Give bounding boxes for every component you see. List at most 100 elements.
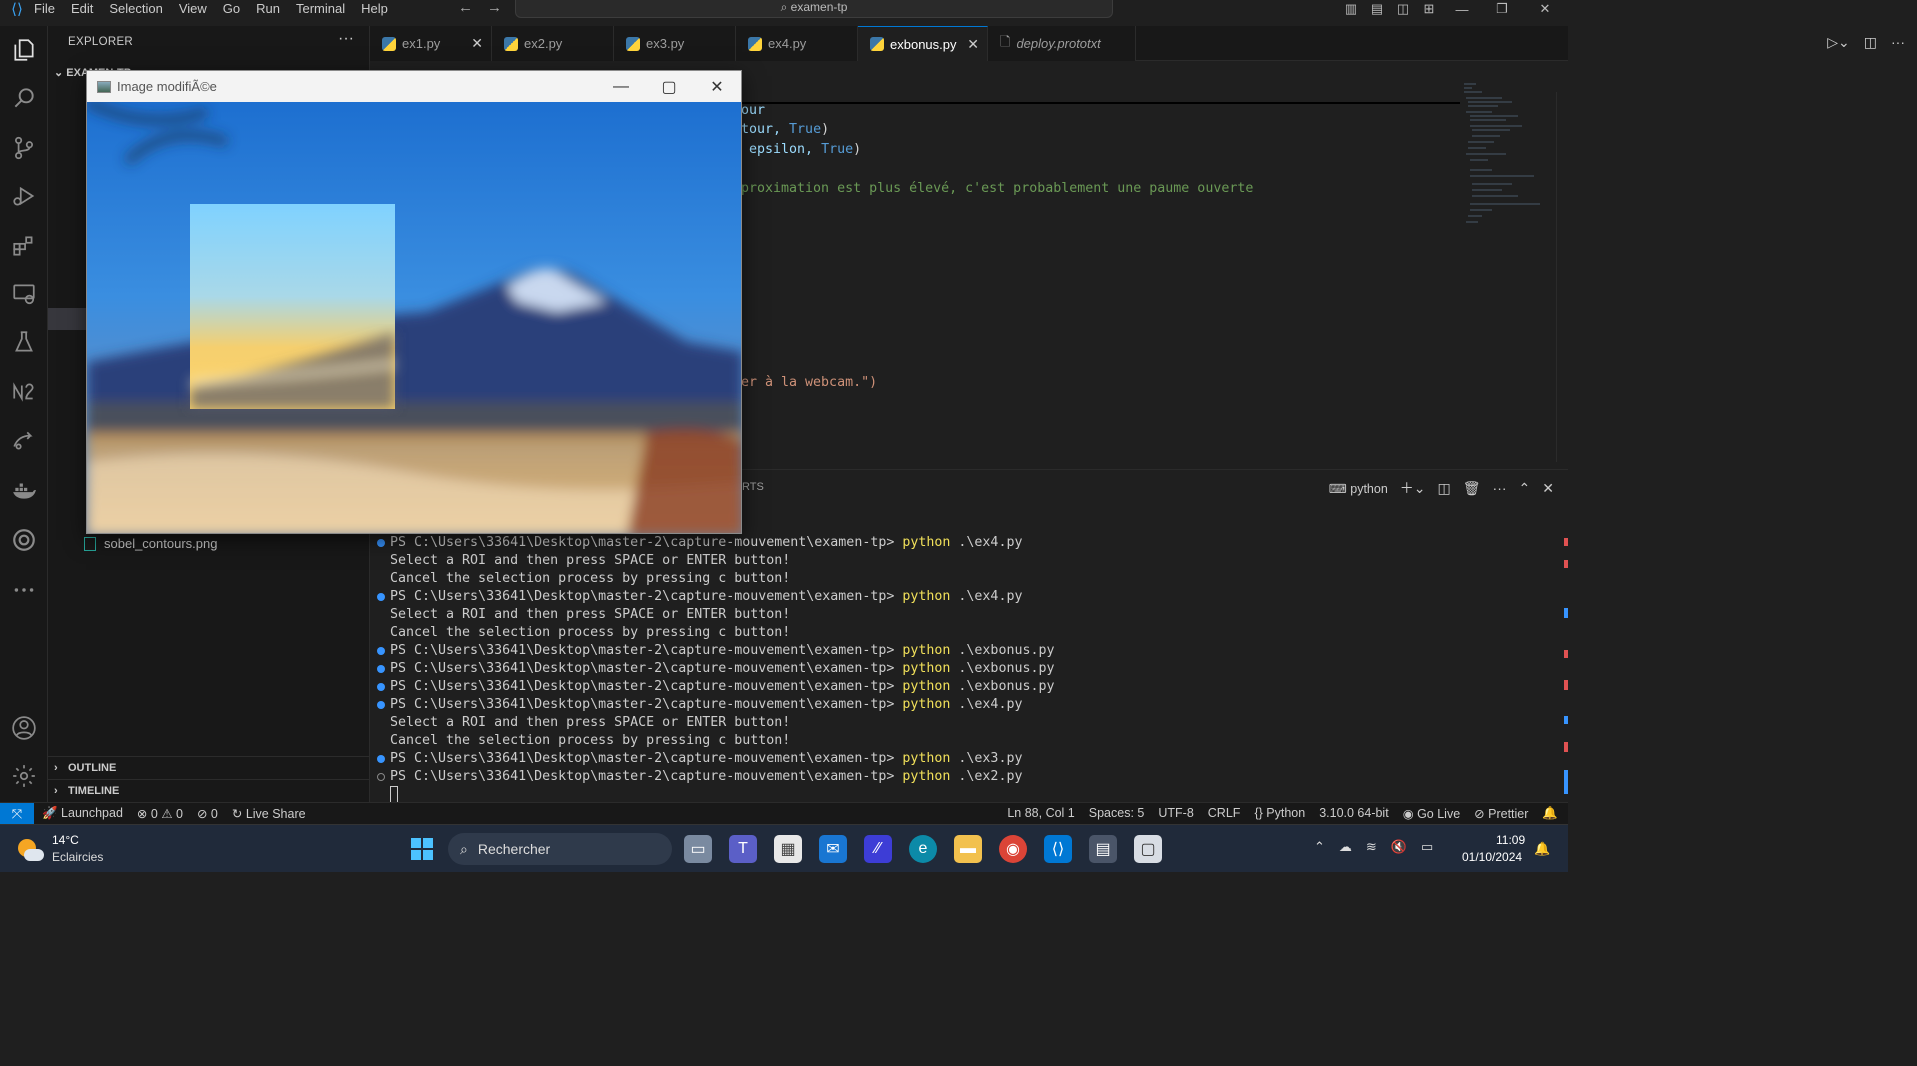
testing-icon[interactable] — [0, 324, 48, 360]
command-decoration-icon[interactable] — [377, 665, 385, 673]
launchpad-item[interactable]: 🚀 Launchpad — [42, 806, 123, 821]
accounts-icon[interactable] — [0, 710, 48, 746]
tab-exbonus[interactable]: exbonus.py ✕ — [858, 26, 988, 61]
outline-section[interactable]: › OUTLINE — [48, 756, 370, 778]
close-tab-icon[interactable]: ✕ — [471, 35, 483, 52]
command-decoration-icon[interactable] — [377, 755, 385, 763]
clock-time[interactable]: 11:09 — [1496, 833, 1525, 847]
image-window[interactable]: Image modifiÃ©e — ▢ ✕ — [86, 70, 742, 534]
timeline-section[interactable]: › TIMELINE — [48, 779, 370, 801]
editor-more-icon[interactable]: ··· — [1891, 34, 1905, 51]
split-editor-icon[interactable]: ◫ — [1864, 34, 1877, 51]
battery-icon[interactable]: ▭ — [1421, 839, 1433, 855]
tab-ex1[interactable]: ex1.py ✕ — [370, 26, 492, 61]
tab-ex3[interactable]: ex3.py — [614, 26, 736, 61]
minimize-button[interactable]: — — [1442, 2, 1482, 17]
menu-view[interactable]: View — [179, 1, 207, 16]
explorer-icon[interactable] — [0, 32, 48, 68]
tab-ex2[interactable]: ex2.py — [492, 26, 614, 61]
menu-file[interactable]: File — [34, 1, 55, 16]
weather-icon[interactable] — [14, 835, 44, 865]
clock-date[interactable]: 01/10/2024 — [1462, 850, 1522, 864]
run-debug-icon[interactable] — [0, 178, 48, 214]
customize-layout-icon[interactable]: ⊞ — [1416, 1, 1442, 17]
minimap[interactable] — [1462, 80, 1552, 230]
menu-terminal[interactable]: Terminal — [296, 1, 345, 16]
onedrive-icon[interactable]: ☁ — [1339, 839, 1352, 855]
command-decoration-icon[interactable] — [377, 683, 385, 691]
menu-help[interactable]: Help — [361, 1, 388, 16]
notification-bell-icon[interactable]: 🔔 — [1534, 841, 1550, 857]
docker-icon[interactable] — [0, 472, 48, 508]
teams-icon[interactable]: T — [729, 835, 757, 863]
remote-explorer-icon[interactable] — [0, 276, 48, 312]
command-decoration-icon[interactable] — [377, 593, 385, 601]
command-decoration-icon[interactable] — [377, 773, 385, 781]
python-interpreter[interactable]: 3.10.0 64-bit — [1319, 806, 1389, 821]
minimize-button[interactable]: — — [597, 78, 645, 96]
run-python-file-icon[interactable]: ▷⌄ — [1827, 34, 1850, 51]
source-control-icon[interactable] — [0, 130, 48, 166]
maximize-button[interactable]: ▢ — [645, 77, 693, 97]
go-live-icon[interactable] — [0, 522, 48, 558]
restore-button[interactable]: ❐ — [1482, 1, 1522, 17]
notifications-bell-icon[interactable]: 🔔 — [1542, 806, 1558, 821]
mail-icon[interactable]: ✉ — [819, 835, 847, 863]
toggle-panel-icon[interactable]: ▤ — [1364, 1, 1390, 17]
search-icon[interactable] — [0, 80, 48, 116]
problems-item[interactable]: ⊗ 0 ⚠ 0 — [137, 806, 183, 821]
end-of-line[interactable]: CRLF — [1208, 806, 1241, 821]
command-decoration-icon[interactable] — [377, 647, 385, 655]
python-app-icon[interactable]: ▤ — [1089, 835, 1117, 863]
terminal-scrollbar[interactable] — [1562, 530, 1568, 800]
command-center[interactable]: ⌕ examen-tp — [515, 0, 1113, 18]
whiteboard-icon[interactable]: ∕∕ — [864, 835, 892, 863]
menu-edit[interactable]: Edit — [71, 1, 93, 16]
close-button[interactable]: ✕ — [693, 77, 741, 97]
indentation[interactable]: Spaces: 5 — [1089, 806, 1145, 821]
tray-overflow-icon[interactable]: ⌃ — [1314, 839, 1325, 855]
file-explorer-icon[interactable]: ▬ — [954, 835, 982, 863]
encoding[interactable]: UTF-8 — [1158, 806, 1193, 821]
language-mode[interactable]: {} Python — [1254, 806, 1305, 821]
forward-arrow-icon[interactable]: → — [487, 0, 502, 16]
edge-icon[interactable]: e — [909, 835, 937, 863]
back-arrow-icon[interactable]: ← — [458, 0, 473, 16]
store-icon[interactable]: ▦ — [774, 835, 802, 863]
tab-deploy-prototxt[interactable]: 🗋 deploy.prototxt — [988, 26, 1136, 61]
go-live-item[interactable]: ◉ Go Live — [1403, 806, 1460, 821]
command-decoration-icon[interactable] — [377, 701, 385, 709]
toggle-sidebar-icon[interactable]: ▥ — [1338, 1, 1364, 17]
close-tab-icon[interactable]: ✕ — [967, 36, 979, 53]
menu-go[interactable]: Go — [223, 1, 240, 16]
vscode-taskbar-icon[interactable]: ⟨⟩ — [1044, 835, 1072, 863]
live-share-item[interactable]: ↻ Live Share — [232, 806, 306, 821]
explorer-more-icon[interactable]: ··· — [338, 30, 354, 48]
menu-selection[interactable]: Selection — [109, 1, 162, 16]
file-item-sobel-contours[interactable]: sobel_contours.png — [84, 536, 217, 551]
remote-indicator-icon[interactable]: ⤧ — [0, 803, 34, 825]
jupyter-icon[interactable] — [0, 374, 48, 410]
ports-item[interactable]: ⊘ 0 — [197, 806, 218, 821]
chrome-icon[interactable]: ◉ — [999, 835, 1027, 863]
settings-gear-icon[interactable] — [0, 758, 48, 794]
live-share-icon[interactable] — [0, 422, 48, 458]
windows-start-icon[interactable] — [408, 835, 436, 863]
close-button[interactable]: ✕ — [1522, 1, 1568, 17]
editor-scrollbar[interactable] — [1556, 92, 1568, 462]
taskbar-search[interactable]: ⌕ Rechercher — [448, 833, 672, 865]
toggle-secondary-sidebar-icon[interactable]: ◫ — [1390, 1, 1416, 17]
terminal-command-line: PS C:\Users\33641\Desktop\master-2\captu… — [377, 750, 1022, 768]
cursor-position[interactable]: Ln 88, Col 1 — [1007, 806, 1074, 821]
command-decoration-icon[interactable] — [377, 539, 385, 547]
tab-ex4[interactable]: ex4.py — [736, 26, 858, 61]
task-view-icon[interactable]: ▭ — [684, 835, 712, 863]
wifi-icon[interactable]: ≋ — [1366, 839, 1377, 855]
broadcast-icon: ◉ — [1402, 807, 1418, 821]
image-window-taskbar-icon[interactable]: ▢ — [1134, 835, 1162, 863]
more-icon[interactable] — [0, 572, 48, 608]
menu-run[interactable]: Run — [256, 1, 280, 16]
extensions-icon[interactable] — [0, 228, 48, 264]
volume-mute-icon[interactable]: 🔇 — [1391, 839, 1407, 855]
prettier-item[interactable]: ⊘ Prettier — [1474, 806, 1528, 821]
